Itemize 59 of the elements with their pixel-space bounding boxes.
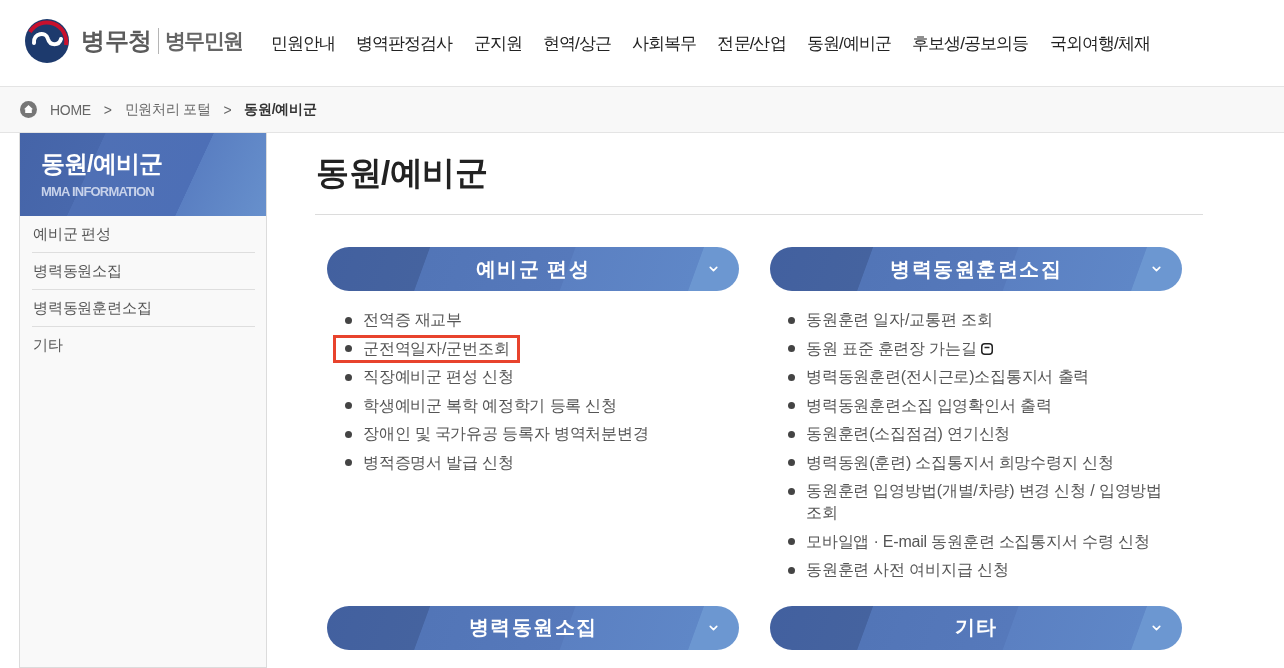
emblem-logo-icon[interactable] [24, 18, 70, 64]
menu-link[interactable]: 동원훈련(소집점검) 연기신청 [776, 420, 1022, 449]
sidebar-item[interactable]: 예비군 편성 [32, 216, 255, 253]
nav-link[interactable]: 민원안내 [270, 31, 335, 55]
menu-link[interactable]: 모바일앱 · E-mail 동원훈련 소집통지서 수령 신청 [776, 527, 1161, 556]
section-header-button[interactable]: 기타 [770, 605, 1182, 650]
bullet-icon [788, 402, 795, 410]
sidebar-item[interactable]: 병력동원훈련소집 [32, 290, 255, 327]
breadcrumb-separator: > [103, 101, 112, 118]
sidebar-item[interactable]: 병력동원소집 [32, 253, 255, 290]
sidebar-title: 동원/예비군 [41, 150, 163, 178]
menu-link[interactable]: 전역증 재교부 [333, 306, 474, 335]
bullet-icon [788, 538, 795, 546]
bullet-icon [345, 373, 352, 381]
sidebar-item[interactable]: 기타 [32, 327, 255, 364]
bullet-icon [345, 316, 352, 324]
bullet-icon [345, 459, 352, 467]
service-name[interactable]: 병무민원 [164, 27, 243, 55]
menu-link[interactable]: 동원훈련 입영방법(개별/차량) 변경 신청 / 입영방법 조회 [776, 477, 1182, 528]
page-title: 동원/예비군 [316, 153, 488, 193]
bullet-icon [788, 316, 795, 324]
menu-link[interactable]: 동원 표준 훈련장 가는길 [776, 334, 1004, 363]
menu-link[interactable]: 동원훈련 사전 여비지급 신청 [776, 556, 1020, 585]
section-header-button[interactable]: 병력동원소집 [327, 605, 739, 650]
nav-link[interactable]: 후보생/공보의등 [912, 31, 1029, 55]
nav-link[interactable]: 현역/상근 [542, 31, 612, 55]
breadcrumb-separator: > [223, 101, 232, 118]
menu-link[interactable]: 장애인 및 국가유공 등록자 병역처분변경 [333, 420, 660, 449]
nav-link[interactable]: 전문/산업 [717, 31, 786, 55]
breadcrumb-link[interactable]: 민원처리 포털 [124, 100, 211, 119]
bullet-icon [788, 459, 795, 467]
menu-link[interactable]: 학생예비군 복학 예정학기 등록 신청 [333, 391, 628, 420]
brand-logo-text[interactable]: 병무청 [81, 25, 152, 57]
menu-link[interactable]: 동원훈련 일자/교통편 조회 [776, 306, 1004, 335]
bullet-icon [788, 430, 795, 438]
menu-link[interactable]: 병력동원훈련(전시근로)소집통지서 출력 [776, 363, 1101, 392]
nav-link[interactable]: 사회복무 [632, 31, 697, 55]
menu-link[interactable]: 병력동원훈련소집 입영확인서 출력 [776, 391, 1063, 420]
breadcrumb-link[interactable]: HOME [50, 101, 91, 118]
sidebar-subtitle: MMA INFORMATION [41, 184, 155, 199]
bullet-icon [788, 487, 795, 495]
bullet-icon [345, 430, 352, 438]
nav-link[interactable]: 병역판정검사 [355, 31, 453, 55]
bullet-icon [788, 345, 795, 353]
nav-link[interactable]: 군지원 [473, 31, 522, 55]
section-header-button[interactable]: 예비군 편성 [327, 247, 739, 291]
bullet-icon [345, 345, 352, 353]
bullet-icon [345, 402, 352, 410]
breadcrumb-current: 동원/예비군 [244, 100, 317, 119]
nav-link[interactable]: 동원/예비군 [806, 31, 892, 55]
menu-link[interactable]: 군전역일자/군번조회 [333, 334, 521, 363]
bullet-icon [788, 566, 795, 574]
home-icon[interactable] [20, 101, 37, 118]
section-header-button[interactable]: 병력동원훈련소집 [770, 247, 1182, 291]
bullet-icon [788, 373, 795, 381]
menu-link[interactable]: 병적증명서 발급 신청 [333, 448, 525, 477]
menu-link[interactable]: 병력동원(훈련) 소집통지서 희망수령지 신청 [776, 448, 1125, 477]
nav-link[interactable]: 국외여행/체재 [1049, 31, 1150, 55]
menu-link[interactable]: 직장예비군 편성 신청 [333, 363, 525, 392]
